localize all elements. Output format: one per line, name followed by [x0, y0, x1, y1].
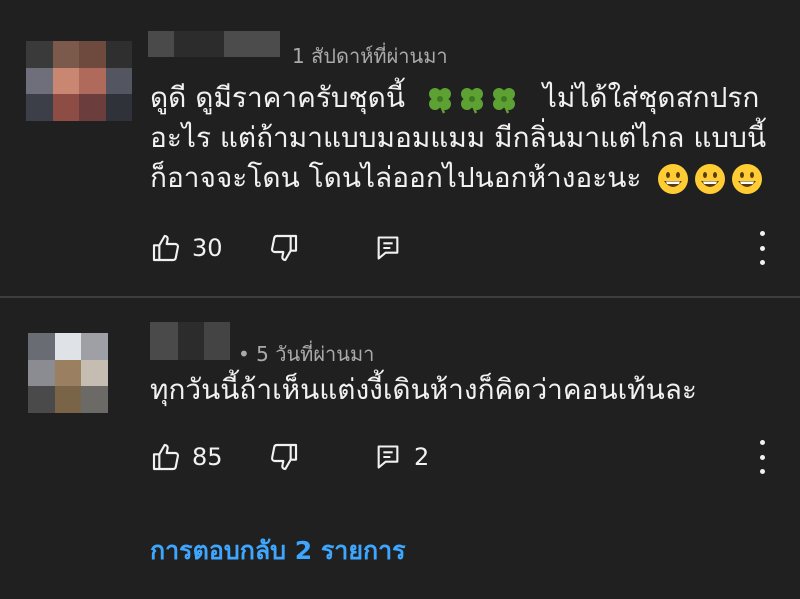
like-icon — [152, 443, 180, 471]
avatar[interactable] — [28, 333, 108, 413]
comment-text: ดูดี ดูมีราคาครับชุดนี้ ไม่ได้ใส่ชุดสกปร… — [150, 78, 766, 198]
comment-text-line: ก็อาจจะโดน โดนไล่ออกไปนอกห้างอะนะ — [150, 161, 642, 194]
reply-icon — [377, 445, 399, 469]
comment-text-line: ไม่ได้ใส่ชุดสกปรก — [542, 81, 760, 114]
grinning-emoji-group — [656, 162, 766, 196]
username-blurred[interactable] — [148, 30, 280, 58]
dislike-button[interactable] — [268, 228, 300, 268]
like-button[interactable]: 30 — [150, 228, 223, 268]
avatar[interactable] — [26, 41, 132, 121]
more-options-button[interactable] — [752, 440, 772, 474]
grinning-face-icon — [658, 164, 763, 194]
more-options-icon — [759, 231, 765, 236]
clover-emoji-group — [422, 83, 526, 115]
like-count: 85 — [192, 443, 223, 471]
reply-button[interactable]: 2 — [374, 437, 429, 477]
dislike-icon — [270, 443, 298, 471]
comment-timestamp[interactable]: • 5 วันที่ผ่านมา — [238, 338, 374, 370]
more-options-icon — [759, 440, 765, 445]
view-replies-link[interactable]: การตอบกลับ 2 รายการ — [150, 531, 406, 571]
comment-item: 1 สัปดาห์ที่ผ่านมา ดูดี ดูมีราคาครับชุดน… — [0, 0, 800, 295]
comment-text-line: ทุกวันนี้ถ้าเห็นแต่งงี้เดินห้างก็คิดว่าค… — [150, 373, 697, 406]
comment-text-line: อะไร แต่ถ้ามาแบบมอมแมม มีกลิ่นมาแต่ไกล แ… — [150, 121, 767, 154]
like-count: 30 — [192, 234, 223, 262]
like-button[interactable]: 85 — [150, 437, 223, 477]
reply-button[interactable] — [374, 228, 402, 268]
reply-count: 2 — [414, 443, 430, 471]
dislike-icon — [270, 234, 298, 262]
more-options-button[interactable] — [752, 231, 772, 265]
comment-timestamp[interactable]: 1 สัปดาห์ที่ผ่านมา — [292, 40, 448, 72]
like-icon — [152, 234, 180, 262]
reply-icon — [377, 236, 399, 260]
username-blurred[interactable] — [150, 322, 230, 362]
comment-text: ทุกวันนี้ถ้าเห็นแต่งงี้เดินห้างก็คิดว่าค… — [150, 370, 697, 410]
clover-icon — [428, 88, 515, 114]
dislike-button[interactable] — [268, 437, 300, 477]
comment-text-line: ดูดี ดูมีราคาครับชุดนี้ — [150, 81, 405, 114]
